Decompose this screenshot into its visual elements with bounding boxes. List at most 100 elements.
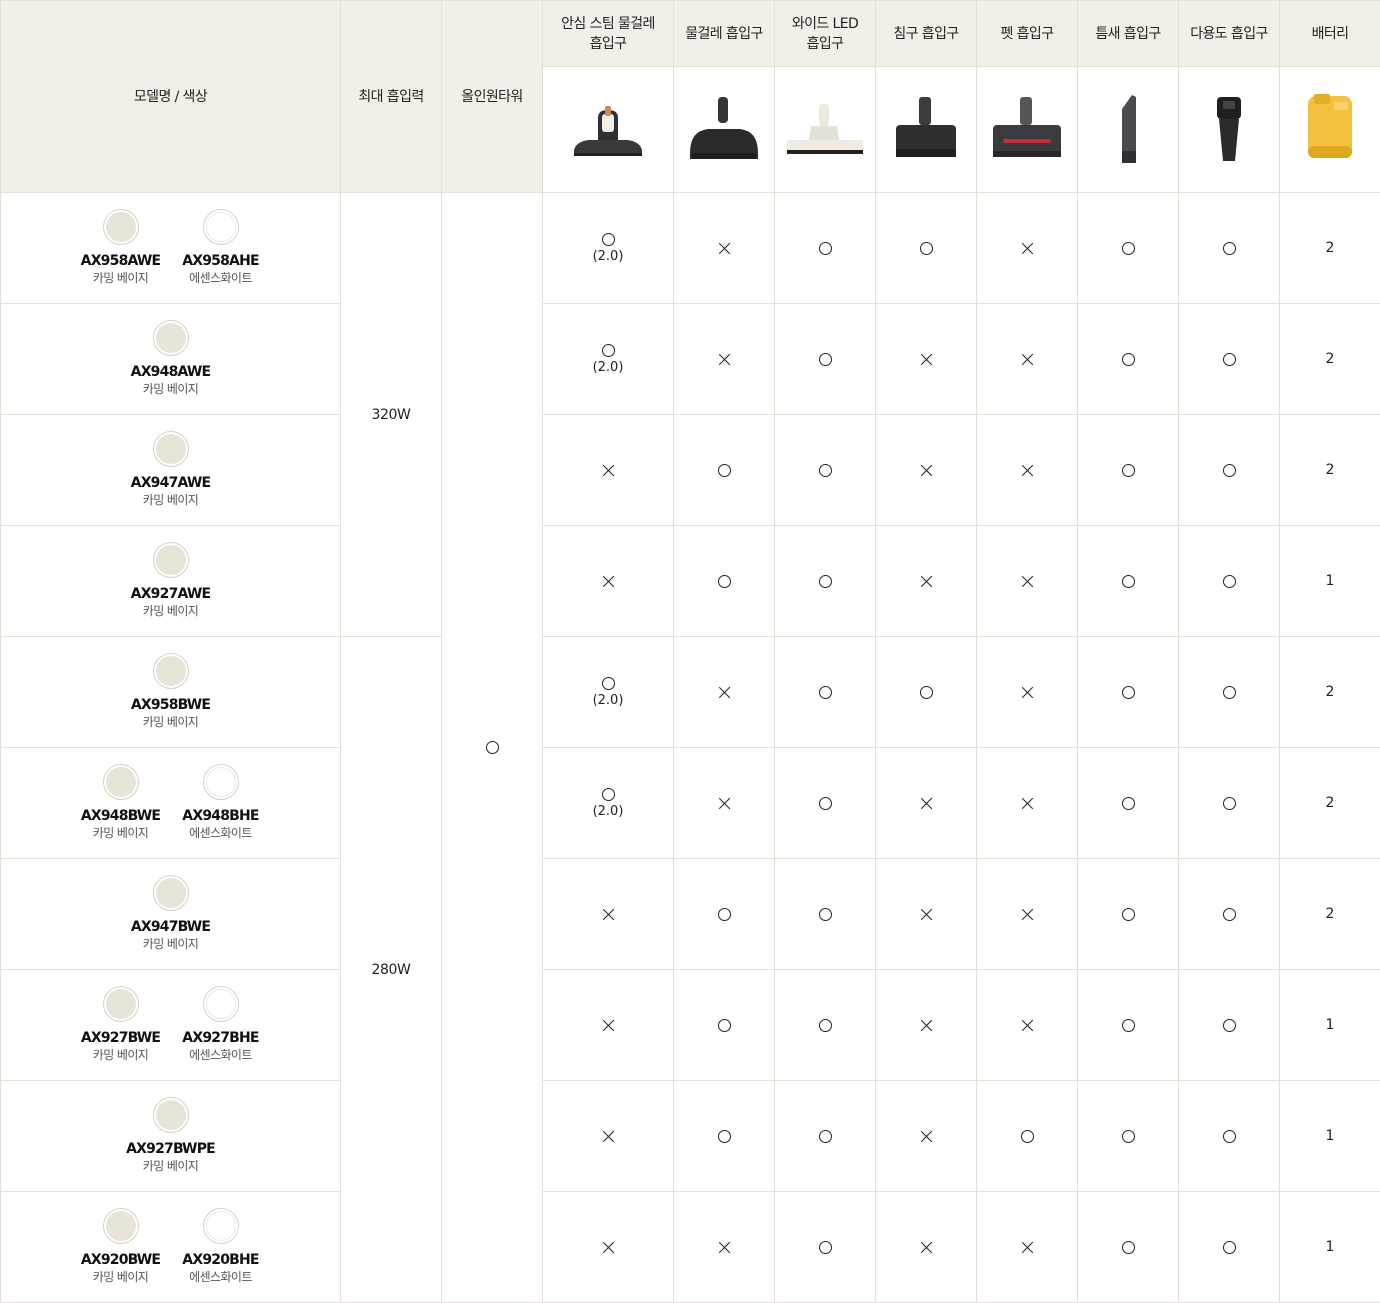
model-color-name: 카밍 베이지 <box>142 715 199 729</box>
model-name: AX958AHE <box>182 253 259 269</box>
x-mark-icon <box>602 575 615 588</box>
circle-mark-icon <box>818 463 832 477</box>
nozzle-availability-cell <box>673 858 775 970</box>
model-item: AX948BWE 카밍 베이지 <box>78 764 164 842</box>
x-mark-icon <box>602 1130 615 1143</box>
battery-count: 2 <box>1279 303 1380 415</box>
color-swatch-beige <box>152 320 189 356</box>
model-cell: AX947AWE 카밍 베이지 <box>0 414 341 526</box>
header-battery: 배터리 <box>1279 0 1380 67</box>
circle-mark-icon <box>818 241 832 255</box>
circle-mark-icon <box>1222 352 1236 366</box>
mop-nozzle-icon <box>673 66 775 193</box>
nozzle-availability-cell <box>774 636 876 748</box>
model-cell: AX927BWE 카밍 베이지 AX927BHE 에센스화이트 <box>0 969 341 1081</box>
nozzle-availability-cell <box>976 303 1078 415</box>
model-cell: AX920BWE 카밍 베이지 AX920BHE 에센스화이트 <box>0 1191 341 1303</box>
steam-version-label: (2.0) <box>592 803 624 819</box>
x-mark-icon <box>1021 575 1034 588</box>
nozzle-availability-cell <box>673 192 775 304</box>
x-mark-icon <box>920 1241 933 1254</box>
battery-count: 2 <box>1279 636 1380 748</box>
x-mark-icon <box>718 686 731 699</box>
steam-mop-nozzle-icon <box>542 66 674 193</box>
nozzle-availability-cell <box>673 1080 775 1192</box>
model-item: AX927AWE 카밍 베이지 <box>128 542 214 620</box>
nozzle-availability-cell <box>542 525 674 637</box>
circle-mark-icon <box>1121 1129 1135 1143</box>
x-mark-icon <box>920 464 933 477</box>
model-item: AX927BWE 카밍 베이지 <box>78 986 164 1064</box>
max-suction-power: 280W <box>340 636 442 1303</box>
x-mark-icon <box>718 1241 731 1254</box>
x-mark-icon <box>602 1241 615 1254</box>
model-item: AX927BHE 에센스화이트 <box>178 986 264 1064</box>
nozzle-availability-cell <box>1077 858 1179 970</box>
circle-mark-icon <box>601 343 615 357</box>
color-swatch-white <box>202 986 239 1022</box>
model-name: AX927AWE <box>130 586 211 602</box>
circle-mark-icon <box>1222 907 1236 921</box>
nozzle-availability-cell <box>774 1080 876 1192</box>
color-swatch-beige <box>102 1208 139 1244</box>
model-name: AX927BWPE <box>126 1141 216 1157</box>
nozzle-availability-cell <box>976 969 1078 1081</box>
color-swatch-white <box>202 1208 239 1244</box>
circle-mark-icon <box>485 741 499 754</box>
circle-mark-icon <box>818 1240 832 1254</box>
model-cell: AX947BWE 카밍 베이지 <box>0 858 341 970</box>
model-color-name: 카밍 베이지 <box>142 604 199 618</box>
x-mark-icon <box>1021 908 1034 921</box>
nozzle-availability-cell <box>774 525 876 637</box>
model-color-name: 카밍 베이지 <box>92 1270 149 1284</box>
nozzle-availability-cell <box>976 747 1078 859</box>
header-allinone: 올인원타워 <box>441 0 543 193</box>
nozzle-availability-cell <box>1077 969 1179 1081</box>
crevice-nozzle-icon <box>1077 66 1179 193</box>
battery-icon <box>1279 66 1380 193</box>
model-item: AX920BHE 에센스화이트 <box>178 1208 264 1286</box>
x-mark-icon <box>602 908 615 921</box>
circle-mark-icon <box>1121 352 1135 366</box>
header-mop: 물걸레 흡입구 <box>673 0 775 67</box>
circle-mark-icon <box>1121 463 1135 477</box>
circle-mark-icon <box>1121 1240 1135 1254</box>
nozzle-availability-cell: (2.0) <box>542 303 674 415</box>
nozzle-availability-cell <box>1077 525 1179 637</box>
circle-mark-icon <box>601 676 615 690</box>
model-name: AX947BWE <box>130 919 211 935</box>
nozzle-availability-cell <box>1077 636 1179 748</box>
model-color-name: 카밍 베이지 <box>142 1159 199 1173</box>
header-steam-mop: 안심 스팀 물걸레 흡입구 <box>542 0 674 67</box>
battery-count: 2 <box>1279 414 1380 526</box>
circle-mark-icon <box>717 907 731 921</box>
model-item: AX920BWE 카밍 베이지 <box>78 1208 164 1286</box>
nozzle-availability-cell <box>774 969 876 1081</box>
nozzle-availability-cell <box>1178 858 1280 970</box>
steam-version-label: (2.0) <box>592 692 624 708</box>
color-swatch-beige <box>152 653 189 689</box>
nozzle-availability-cell: (2.0) <box>542 192 674 304</box>
battery-count: 1 <box>1279 1080 1380 1192</box>
table-row: AX947BWE 카밍 베이지 2 <box>0 858 1380 970</box>
x-mark-icon <box>602 464 615 477</box>
circle-mark-icon <box>1121 685 1135 699</box>
color-swatch-beige <box>152 431 189 467</box>
table-row: AX927AWE 카밍 베이지 1 <box>0 525 1380 637</box>
nozzle-availability-cell <box>774 747 876 859</box>
nozzle-availability-cell <box>976 414 1078 526</box>
nozzle-availability-cell <box>774 192 876 304</box>
header-pet: 펫 흡입구 <box>976 0 1078 67</box>
model-color-name: 카밍 베이지 <box>142 937 199 951</box>
nozzle-availability-cell <box>1077 192 1179 304</box>
model-item: AX947AWE 카밍 베이지 <box>128 431 214 509</box>
model-name: AX927BHE <box>182 1030 259 1046</box>
nozzle-availability-cell <box>542 1080 674 1192</box>
pet-nozzle-icon <box>976 66 1078 193</box>
nozzle-availability-cell <box>875 1080 977 1192</box>
model-color-name: 에센스화이트 <box>189 271 252 285</box>
nozzle-availability-cell <box>1077 303 1179 415</box>
x-mark-icon <box>920 575 933 588</box>
x-mark-icon <box>920 1130 933 1143</box>
model-name: AX920BHE <box>182 1252 259 1268</box>
